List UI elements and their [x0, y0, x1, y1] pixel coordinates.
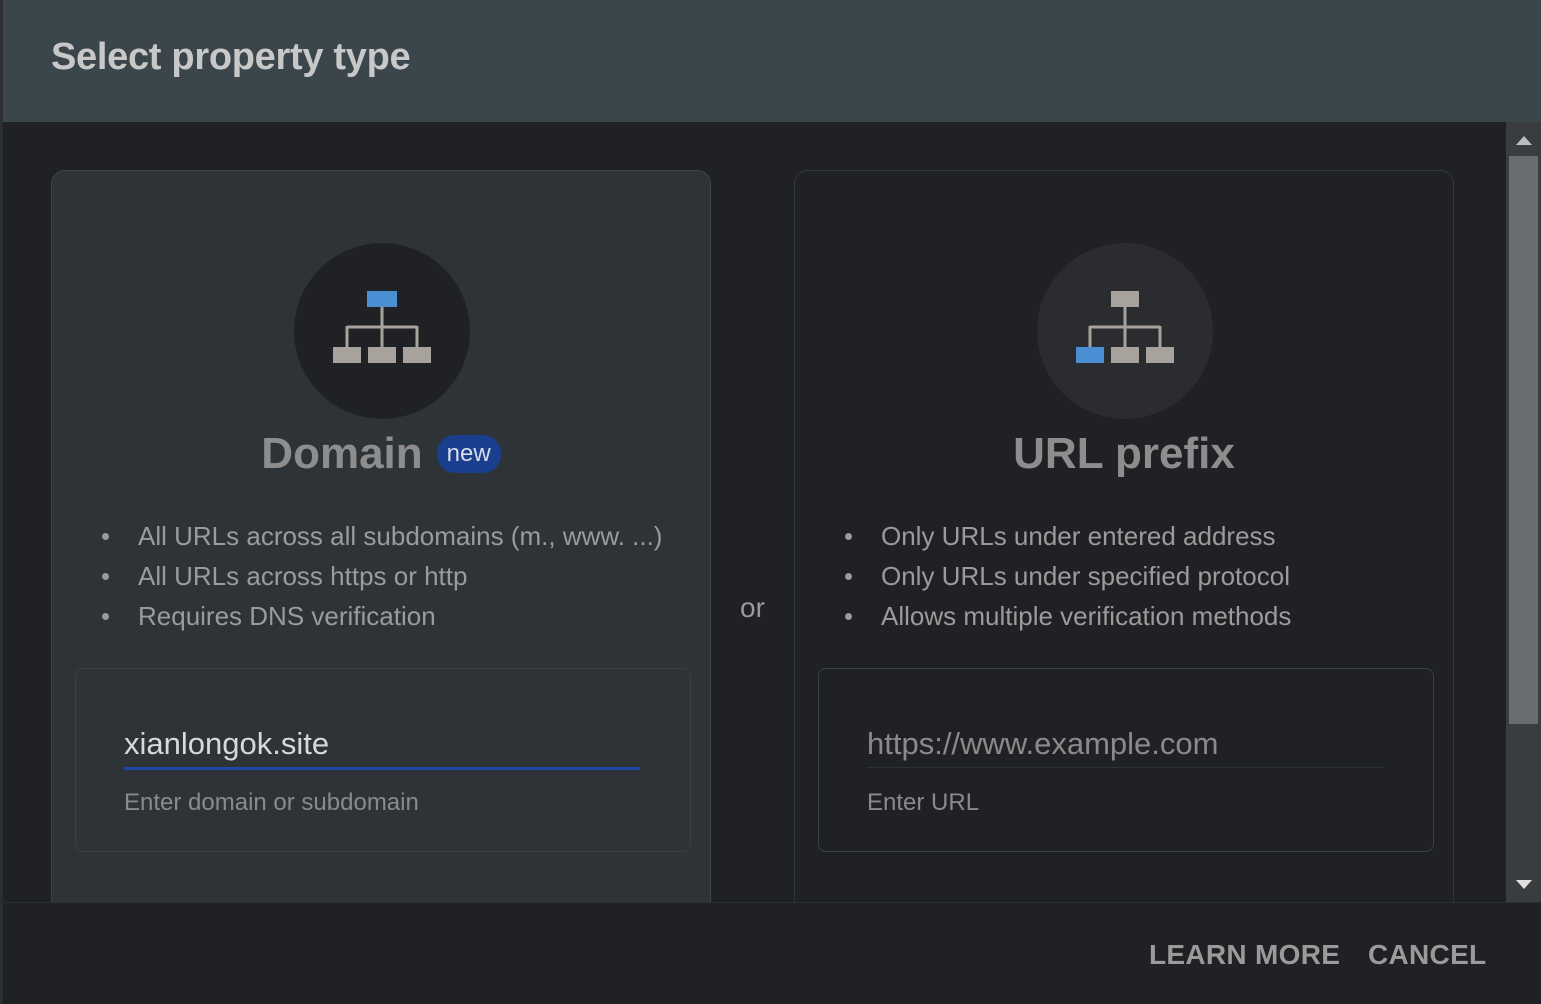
or-separator: or	[740, 592, 765, 623]
select-property-dialog: Select property type Domain new All URLs…	[3, 0, 1541, 1004]
domain-title: Domain	[261, 429, 423, 478]
list-item: Only URLs under specified protocol	[845, 556, 1291, 596]
domain-title-row: Domain new	[52, 429, 710, 479]
domain-card[interactable]: Domain new All URLs across all subdomains…	[51, 170, 711, 902]
sitemap-icon	[333, 291, 431, 363]
scrollbar-thumb[interactable]	[1509, 156, 1538, 724]
url-input-box: Enter URL	[818, 668, 1434, 852]
new-badge: new	[436, 435, 501, 473]
url-prefix-title: URL prefix	[1013, 429, 1235, 478]
dialog-body: Domain new All URLs across all subdomains…	[3, 122, 1506, 902]
list-item: Only URLs under entered address	[845, 516, 1291, 556]
sitemap-icon	[1076, 291, 1174, 363]
domain-helper-text: Enter domain or subdomain	[124, 789, 419, 816]
url-prefix-feature-list: Only URLs under entered address Only URL…	[845, 516, 1291, 636]
learn-more-button[interactable]: LEARN MORE	[1149, 939, 1340, 971]
dialog-title: Select property type	[51, 36, 411, 78]
dialog-header: Select property type	[3, 0, 1541, 122]
scroll-down-arrow-icon[interactable]	[1516, 880, 1532, 889]
scroll-up-arrow-icon[interactable]	[1516, 136, 1532, 145]
url-input[interactable]	[867, 721, 1383, 767]
domain-icon-circle	[294, 243, 470, 419]
url-input-underline	[867, 767, 1383, 768]
vertical-scrollbar[interactable]	[1506, 122, 1541, 902]
url-helper-text: Enter URL	[867, 789, 980, 816]
dialog-footer: LEARN MORE CANCEL	[3, 902, 1541, 1004]
list-item: All URLs across https or http	[102, 556, 662, 596]
list-item: All URLs across all subdomains (m., www.…	[102, 516, 662, 556]
cancel-button[interactable]: CANCEL	[1368, 939, 1486, 971]
url-prefix-icon-circle	[1037, 243, 1213, 419]
domain-input-underline	[124, 767, 640, 770]
domain-input-box: Enter domain or subdomain	[75, 668, 691, 852]
list-item: Requires DNS verification	[102, 596, 662, 636]
url-prefix-title-row: URL prefix	[795, 429, 1453, 479]
domain-feature-list: All URLs across all subdomains (m., www.…	[102, 516, 662, 636]
list-item: Allows multiple verification methods	[845, 596, 1291, 636]
url-prefix-card[interactable]: URL prefix Only URLs under entered addre…	[794, 170, 1454, 902]
domain-input[interactable]	[124, 721, 640, 767]
